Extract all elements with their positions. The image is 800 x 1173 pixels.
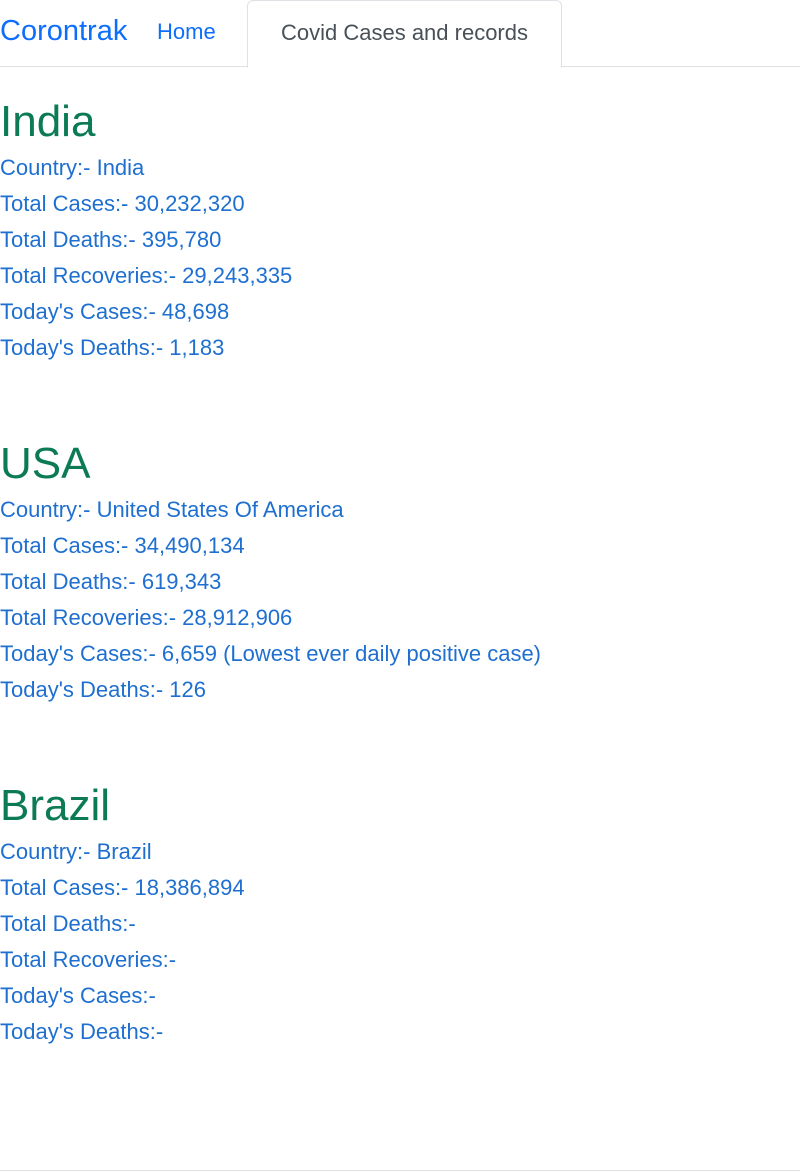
todays-deaths-line: Today's Deaths:- 126	[0, 677, 206, 702]
total-recoveries-line: Total Recoveries:-	[0, 947, 177, 972]
country-heading: Brazil	[0, 781, 111, 830]
todays-deaths-line: Today's Deaths:- 1,183	[0, 335, 225, 360]
country-heading: India	[0, 97, 96, 146]
country-line: Country:- Brazil	[0, 839, 152, 864]
country-line: Country:- United States Of America	[0, 497, 344, 522]
country-line: Country:- India	[0, 155, 145, 180]
total-cases-line: Total Cases:- 34,490,134	[0, 533, 245, 558]
total-recoveries-line: Total Recoveries:- 28,912,906	[0, 605, 293, 630]
country-heading: USA	[0, 439, 91, 488]
tab-covid-cases-records[interactable]: Covid Cases and records	[247, 0, 562, 68]
country-section-india: India Country:- India Total Cases:- 30,2…	[0, 94, 800, 366]
total-cases-line: Total Cases:- 30,232,320	[0, 191, 245, 216]
todays-cases-line: Today's Cases:- 6,659 (Lowest ever daily…	[0, 641, 542, 666]
total-deaths-line: Total Deaths:- 395,780	[0, 227, 222, 252]
bottom-divider	[0, 1170, 800, 1171]
top-navbar: Corontrak Home Covid Cases and records	[0, 0, 800, 68]
brand-link[interactable]: Corontrak	[0, 12, 127, 50]
todays-deaths-line: Today's Deaths:-	[0, 1019, 164, 1044]
todays-cases-line: Today's Cases:-	[0, 983, 156, 1008]
nav-home-link[interactable]: Home	[157, 17, 216, 47]
todays-cases-line: Today's Cases:- 48,698	[0, 299, 230, 324]
total-cases-line: Total Cases:- 18,386,894	[0, 875, 245, 900]
total-recoveries-line: Total Recoveries:- 29,243,335	[0, 263, 293, 288]
total-deaths-line: Total Deaths:-	[0, 911, 136, 936]
total-deaths-line: Total Deaths:- 619,343	[0, 569, 222, 594]
country-section-usa: USA Country:- United States Of America T…	[0, 436, 800, 708]
country-section-brazil: Brazil Country:- Brazil Total Cases:- 18…	[0, 778, 800, 1050]
